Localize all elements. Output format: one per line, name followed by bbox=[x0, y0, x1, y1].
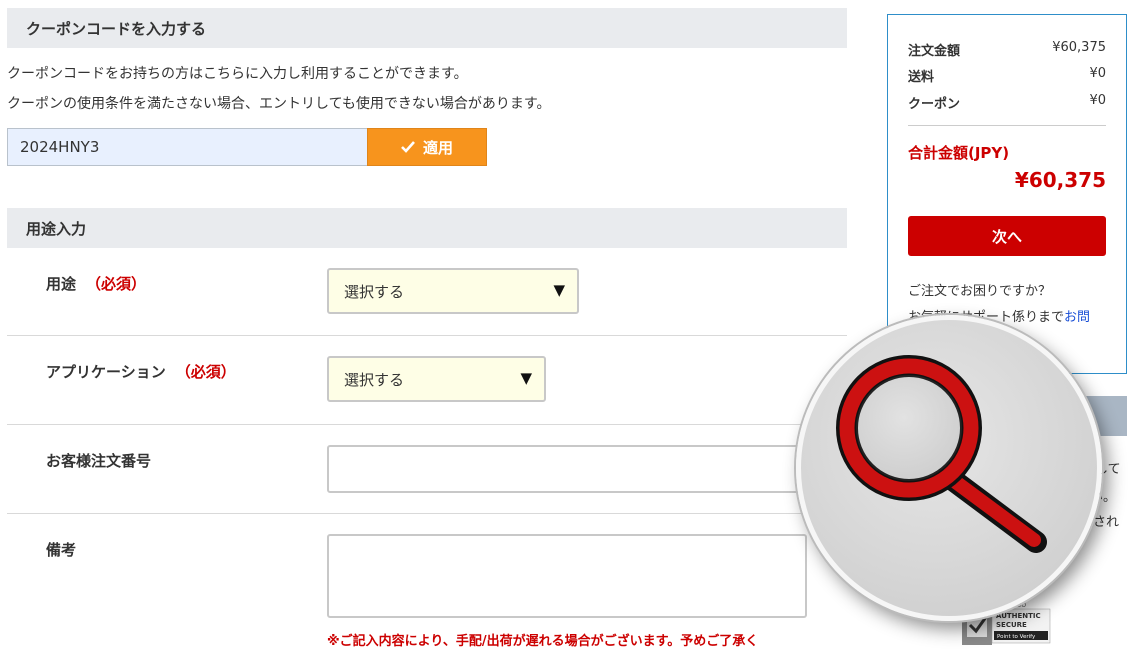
next-button-label: 次へ bbox=[991, 227, 1022, 246]
row-divider bbox=[7, 424, 847, 425]
summary-divider bbox=[908, 125, 1106, 126]
coupon-section-title: クーポンコードを入力する bbox=[26, 19, 207, 38]
triangle-down-icon: ▼ bbox=[520, 369, 532, 387]
coupon-code-input[interactable]: 2024HNY3 bbox=[7, 128, 367, 166]
order-amount-value: ¥60,375 bbox=[1052, 40, 1106, 55]
shipping-value: ¥0 bbox=[1089, 66, 1106, 81]
usage-field-label: 用途 （必須） bbox=[46, 273, 146, 294]
magnifier-overlay bbox=[796, 315, 1102, 621]
apply-coupon-button[interactable]: 適用 bbox=[367, 128, 487, 166]
usage-section-title: 用途入力 bbox=[26, 219, 87, 238]
total-value: ¥60,375 bbox=[1014, 168, 1106, 192]
row-divider bbox=[7, 335, 847, 336]
application-select[interactable]: 選択する ▼ bbox=[327, 356, 546, 402]
triangle-down-icon: ▼ bbox=[553, 281, 565, 299]
coupon-row: クーポン ¥0 bbox=[908, 93, 1106, 112]
usage-select[interactable]: 選択する ▼ bbox=[327, 268, 579, 314]
usage-section-header: 用途入力 bbox=[7, 208, 847, 248]
coupon-description-line2: クーポンの使用条件を満たさない場合、エントリしても使用できない場合があります。 bbox=[7, 96, 551, 112]
coupon-discount-value: ¥0 bbox=[1089, 93, 1106, 108]
apply-button-label: 適用 bbox=[422, 138, 453, 157]
check-icon bbox=[401, 141, 415, 153]
remarks-note: ※ご記入内容により、手配/出荷が遅れる場合がございます。予めご了承く bbox=[327, 634, 759, 649]
remarks-label: 備考 bbox=[46, 541, 77, 559]
coupon-discount-label: クーポン bbox=[908, 97, 961, 112]
order-amount-label: 注文金額 bbox=[908, 44, 961, 59]
coupon-description-line1: クーポンコードをお持ちの方はこちらに入力し利用することができます。 bbox=[7, 66, 468, 82]
application-select-value: 選択する bbox=[344, 370, 405, 389]
customer-order-number-label: お客様注文番号 bbox=[46, 452, 152, 470]
application-field-label: アプリケーション （必須） bbox=[46, 361, 236, 382]
total-label: 合計金額(JPY) bbox=[908, 144, 1010, 162]
coupon-code-value: 2024HNY3 bbox=[20, 138, 100, 156]
shipping-row: 送料 ¥0 bbox=[908, 66, 1106, 85]
seal-line2: SECURE bbox=[996, 621, 1027, 629]
required-mark: （必須） bbox=[175, 363, 236, 381]
next-button[interactable]: 次へ bbox=[908, 216, 1106, 256]
usage-select-value: 選択する bbox=[344, 282, 405, 301]
help-question: ご注文でお困りですか？ bbox=[908, 284, 1052, 299]
seal-line3: Point to Verify bbox=[997, 634, 1036, 640]
shipping-label: 送料 bbox=[908, 70, 935, 85]
magnifier-icon bbox=[836, 355, 1047, 553]
customer-order-number-input[interactable] bbox=[327, 445, 807, 493]
order-amount-row: 注文金額 ¥60,375 bbox=[908, 40, 1106, 59]
row-divider bbox=[7, 513, 847, 514]
required-mark: （必須） bbox=[86, 275, 147, 293]
remarks-textarea[interactable] bbox=[327, 534, 807, 618]
usage-label-text: 用途 bbox=[46, 275, 77, 293]
coupon-section-header: クーポンコードを入力する bbox=[7, 8, 847, 48]
application-label-text: アプリケーション bbox=[46, 363, 166, 381]
